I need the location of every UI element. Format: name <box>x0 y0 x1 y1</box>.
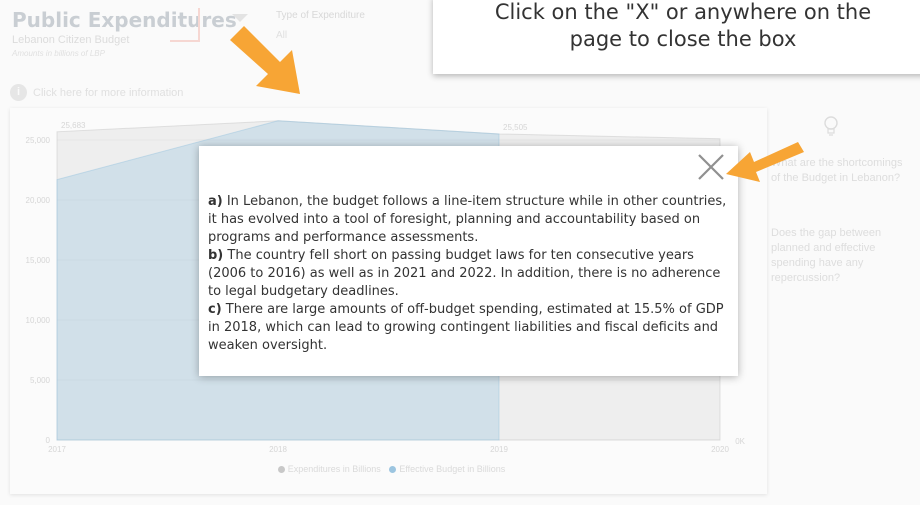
banner-text: Click on the "X" or anywhere on the page… <box>494 0 872 51</box>
chart-legend: Expenditures in Billions Effective Budge… <box>10 464 767 474</box>
instruction-banner: Click on the "X" or anywhere on the page… <box>433 0 920 74</box>
y-tick-label: 15,000 <box>26 256 51 265</box>
slicer-label: Type of Expenditure <box>276 10 365 21</box>
data-label: 25,505 <box>503 123 528 132</box>
arrow-pointer-icon <box>726 142 804 182</box>
units-note: Amounts in billions of LBP <box>12 49 105 58</box>
legend-marker-expenditures <box>277 466 285 473</box>
modal-paragraph-a: a) In Lebanon, the budget follows a line… <box>208 193 733 247</box>
paragraph-letter: c) <box>208 302 222 317</box>
legend-label-expenditures: Expenditures in Billions <box>287 464 381 474</box>
title-accent-line <box>170 8 200 42</box>
modal-paragraph-b: b) The country fell short on passing bud… <box>208 247 733 301</box>
x-tick-label: 2020 <box>711 445 729 454</box>
modal-body: a) In Lebanon, the budget follows a line… <box>208 193 733 355</box>
paragraph-text: There are large amounts of off-budget sp… <box>208 302 724 353</box>
paragraph-letter: b) <box>208 248 224 263</box>
lightbulb-icon <box>824 116 838 136</box>
y-tick-label: 10,000 <box>26 316 51 325</box>
y-tick-label: 0 <box>46 436 51 445</box>
x-tick-label: 2019 <box>490 445 508 454</box>
paragraph-letter: a) <box>208 194 223 209</box>
paragraph-text: In Lebanon, the budget follows a line-it… <box>208 194 727 245</box>
info-icon[interactable]: i <box>10 84 27 101</box>
x-tick-label: 2017 <box>48 445 66 454</box>
x-tick-label: 2018 <box>269 445 287 454</box>
y-tick-label: 25,000 <box>26 136 51 145</box>
legend-marker-effective <box>389 466 397 473</box>
page-title: Public Expenditures <box>12 8 237 32</box>
close-icon[interactable] <box>694 150 728 184</box>
slicer-dropdown-icon[interactable] <box>232 14 248 22</box>
data-label: 25,683 <box>61 121 86 130</box>
legend-label-effective: Effective Budget in Billions <box>399 464 506 474</box>
y-tick-label: 20,000 <box>26 196 51 205</box>
modal-paragraph-c: c) There are large amounts of off-budget… <box>208 301 733 355</box>
side-question-2[interactable]: Does the gap between planned and effecti… <box>771 226 911 286</box>
info-modal[interactable]: a) In Lebanon, the budget follows a line… <box>199 146 738 376</box>
arrow-pointer-icon <box>230 26 300 94</box>
paragraph-text: The country fell short on passing budget… <box>208 248 721 299</box>
y-tick-label: 5,000 <box>30 376 51 385</box>
info-link[interactable]: Click here for more information <box>33 87 183 99</box>
right-axis-label: 0K <box>735 437 745 446</box>
page-subtitle: Lebanon Citizen Budget <box>12 34 130 46</box>
